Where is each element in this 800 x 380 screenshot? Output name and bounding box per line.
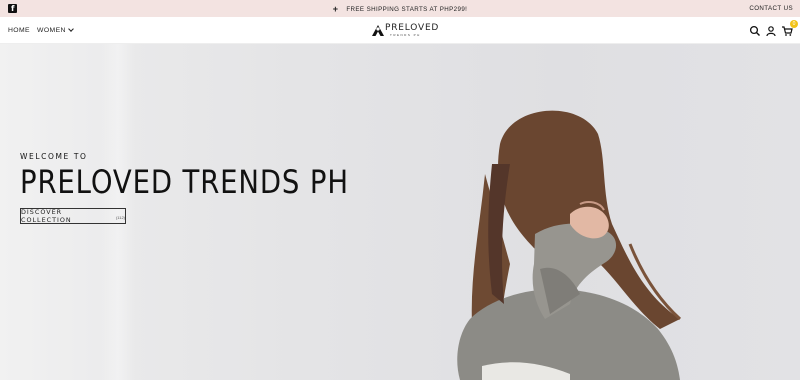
nav-women-label: WOMEN [37,27,66,34]
header-icons: 0 [745,17,798,44]
nav-women[interactable]: WOMEN [37,26,74,34]
cart-icon[interactable]: 0 [781,19,798,37]
site-header: HOME WOMEN PRELOVED TRENDS PH 0 [0,17,800,44]
logo-mark-icon [372,25,384,36]
announcement-bar: f + FREE SHIPPING STARTS AT PHP299! CONTA… [0,0,800,17]
plus-icon: + [332,4,339,14]
hero-eyebrow: WELCOME TO [20,152,88,161]
announcement-text: FREE SHIPPING STARTS AT PHP299! [346,6,468,13]
hero-model-image [457,110,682,380]
nav-home-label: HOME [8,27,30,34]
hero-title: PRELOVED TRENDS PH [20,163,349,201]
discover-collection-button[interactable]: DISCOVER COLLECTION (112) [20,208,126,224]
search-icon[interactable] [749,25,761,37]
contact-us-link[interactable]: CONTACT US [749,0,793,17]
cta-count: (112) [115,214,125,220]
cta-label: DISCOVER COLLECTION [21,208,72,224]
chevron-down-icon [67,26,74,32]
cart-count-badge: 0 [790,19,798,28]
account-icon[interactable] [765,25,777,37]
main-nav: HOME WOMEN [8,17,80,44]
site-logo[interactable]: PRELOVED TRENDS PH [372,23,438,39]
announcement-message: + FREE SHIPPING STARTS AT PHP299! [0,0,800,17]
logo-subtext: TRENDS PH [390,33,421,37]
nav-home[interactable]: HOME [8,27,30,34]
hero-banner: WELCOME TO PRELOVED TRENDS PH DISCOVER C… [0,44,800,380]
logo-text: PRELOVED [385,23,440,33]
